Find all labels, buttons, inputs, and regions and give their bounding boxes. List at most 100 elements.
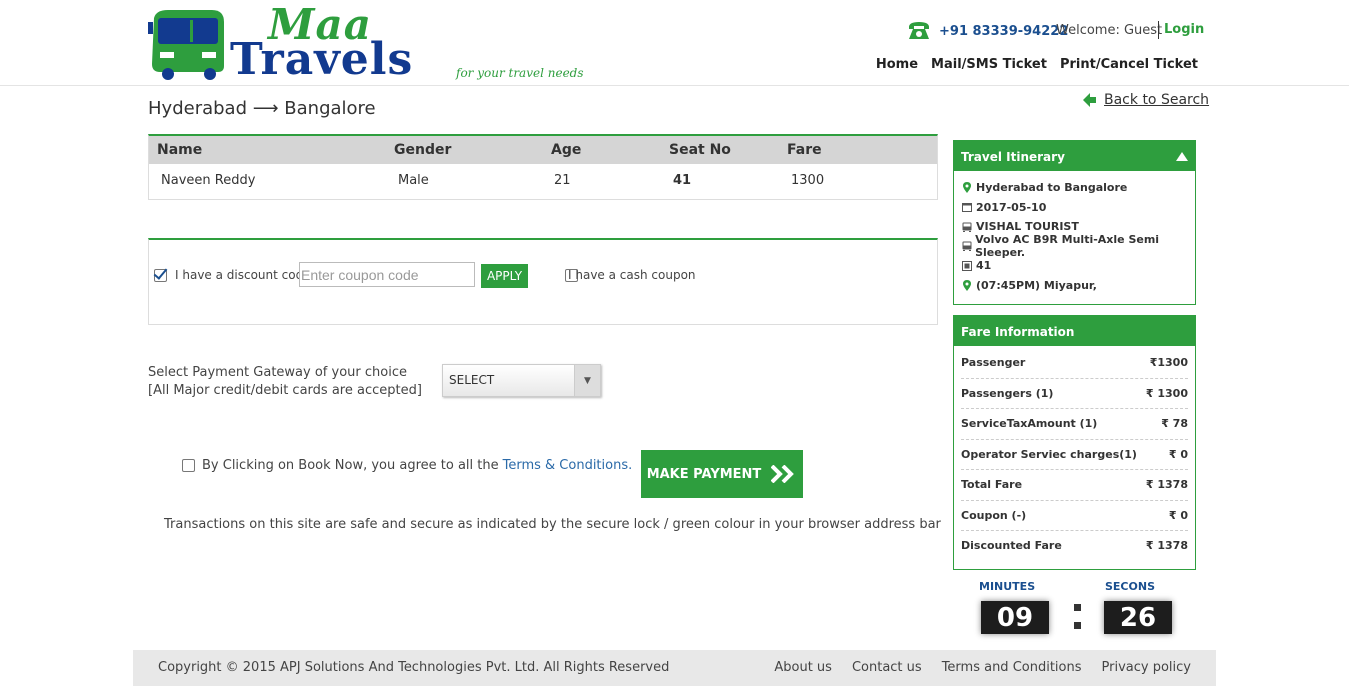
- secure-transaction-note: Transactions on this site are safe and s…: [164, 517, 941, 532]
- table-header: Name Gender Age Seat No Fare: [149, 136, 937, 164]
- nav-print-cancel-ticket[interactable]: Print/Cancel Ticket: [1060, 57, 1198, 72]
- seat-icon: [961, 260, 973, 271]
- col-seat-no: Seat No: [669, 142, 731, 158]
- footer-link-terms[interactable]: Terms and Conditions: [942, 660, 1082, 675]
- footer-link-privacy[interactable]: Privacy policy: [1102, 660, 1191, 675]
- fare-value: ₹1300: [1149, 356, 1188, 370]
- site-logo[interactable]: Maa Travels for your travel needs: [148, 0, 593, 85]
- phone-number[interactable]: +91 83339-94222: [939, 24, 1068, 39]
- timer-colon: [1072, 600, 1082, 634]
- collapse-up-icon: [1176, 152, 1188, 161]
- fare-label: Coupon (-): [961, 508, 1027, 522]
- calendar-icon: [961, 202, 973, 213]
- fare-label: Discounted Fare: [961, 539, 1062, 553]
- fare-row-total: Total Fare ₹ 1378: [961, 470, 1188, 501]
- site-header: Maa Travels for your travel needs +91 83…: [0, 0, 1349, 86]
- contact-phone: +91 83339-94222: [907, 21, 1068, 41]
- route-to: Bangalore: [284, 98, 376, 119]
- discount-code-checkbox[interactable]: [154, 269, 167, 282]
- back-to-search-label: Back to Search: [1104, 92, 1210, 108]
- fare-label: Operator Serviec charges(1): [961, 447, 1137, 461]
- fare-value: ₹ 78: [1161, 417, 1188, 431]
- make-payment-label: MAKE PAYMENT: [646, 466, 762, 482]
- back-to-search-link[interactable]: Back to Search: [1083, 92, 1209, 108]
- travel-itinerary-title: Travel Itinerary: [961, 150, 1065, 164]
- table-row: Naveen Reddy Male 21 41 1300: [149, 164, 937, 197]
- itinerary-boarding-text: (07:45PM) Miyapur,: [976, 278, 1097, 292]
- logo-tagline: for your travel needs: [456, 66, 584, 80]
- col-age: Age: [551, 142, 582, 158]
- terms-agreement: By Clicking on Book Now, you agree to al…: [182, 458, 632, 473]
- col-gender: Gender: [394, 142, 452, 158]
- itinerary-details: Hyderabad to Bangalore 2017-05-10 VISHAL…: [954, 171, 1195, 295]
- itinerary-bus-type: Volvo AC B9R Multi-Axle Semi Sleeper.: [954, 233, 1195, 259]
- nav-mail-sms-ticket[interactable]: Mail/SMS Ticket: [931, 57, 1047, 72]
- make-payment-button[interactable]: MAKE PAYMENT: [641, 450, 803, 498]
- terms-link[interactable]: Terms & Conditions.: [503, 458, 633, 473]
- payment-gateway-label-line1: Select Payment Gateway of your choice: [148, 365, 407, 380]
- passenger-seat: 41: [673, 173, 692, 188]
- route-arrow: ⟶: [252, 98, 279, 119]
- itinerary-seat-text: 41: [976, 259, 992, 273]
- main-nav: Home Mail/SMS Ticket Print/Cancel Ticket: [876, 57, 1198, 72]
- logo-text-travels: Travels: [230, 34, 414, 85]
- fare-value: ₹ 0: [1168, 447, 1188, 461]
- dropdown-arrow-icon: ▼: [574, 365, 600, 396]
- footer-link-contact-us[interactable]: Contact us: [852, 660, 922, 675]
- route-title: Hyderabad ⟶ Bangalore: [148, 98, 376, 119]
- fare-label: Passenger: [961, 356, 1026, 370]
- timer-seconds: 26: [1104, 601, 1172, 634]
- fare-row-coupon: Coupon (-) ₹ 0: [961, 501, 1188, 531]
- fare-value: ₹ 1378: [1145, 539, 1188, 553]
- itinerary-route-text: Hyderabad to Bangalore: [976, 181, 1128, 195]
- site-footer: Copyright © 2015 APJ Solutions And Techn…: [133, 650, 1216, 686]
- apply-button[interactable]: APPLY: [481, 264, 528, 288]
- passenger-table: Name Gender Age Seat No Fare Naveen Redd…: [148, 134, 938, 200]
- fare-row-passengers: Passengers (1) ₹ 1300: [961, 379, 1188, 409]
- bus-logo-icon: [148, 10, 224, 80]
- itinerary-bus-type-text: Volvo AC B9R Multi-Axle Semi Sleeper.: [975, 233, 1160, 260]
- timer-seconds-label: SECONS: [1105, 580, 1155, 593]
- arrow-left-icon: [1083, 93, 1096, 107]
- col-fare: Fare: [787, 142, 822, 158]
- copyright-text: Copyright © 2015 APJ Solutions And Techn…: [158, 660, 670, 675]
- passenger-age: 21: [554, 173, 571, 188]
- fare-information-header: Fare Information: [954, 316, 1195, 346]
- col-name: Name: [157, 142, 203, 158]
- travel-itinerary-header[interactable]: Travel Itinerary: [954, 141, 1195, 171]
- payment-gateway-label-line2: [All Major credit/debit cards are accept…: [148, 383, 422, 398]
- telephone-icon: [909, 22, 929, 39]
- bus-icon: [961, 222, 973, 232]
- welcome-text: Welcome: Guest: [1056, 23, 1163, 38]
- double-chevron-right-icon: [771, 465, 795, 483]
- fare-information-title: Fare Information: [961, 325, 1075, 339]
- discount-code-label: I have a discount code: [175, 268, 311, 282]
- payment-gateway-label: Select Payment Gateway of your choice [A…: [148, 364, 422, 400]
- cash-coupon-label: I have a cash coupon: [568, 268, 696, 282]
- itinerary-date: 2017-05-10: [954, 198, 1195, 218]
- payment-gateway-select[interactable]: SELECT ▼: [442, 364, 601, 397]
- route-from: Hyderabad: [148, 98, 247, 119]
- fare-information-panel: Fare Information Passenger ₹1300 Passenge…: [953, 315, 1196, 570]
- fare-row-discounted: Discounted Fare ₹ 1378: [961, 531, 1188, 561]
- fare-value: ₹ 1378: [1145, 478, 1188, 492]
- map-pin-icon: [961, 279, 973, 291]
- fare-row-service-tax: ServiceTaxAmount (1) ₹ 78: [961, 409, 1188, 440]
- passenger-name: Naveen Reddy: [161, 173, 256, 188]
- fare-label: ServiceTaxAmount (1): [961, 417, 1098, 431]
- travel-itinerary-panel: Travel Itinerary Hyderabad to Bangalore …: [953, 140, 1196, 305]
- fare-value: ₹ 0: [1168, 508, 1188, 522]
- map-pin-icon: [961, 182, 973, 194]
- fare-row-operator-charges: Operator Serviec charges(1) ₹ 0: [961, 440, 1188, 470]
- itinerary-date-text: 2017-05-10: [976, 200, 1047, 214]
- fare-row-passenger: Passenger ₹1300: [961, 348, 1188, 379]
- coupon-code-input[interactable]: [299, 262, 475, 287]
- login-link[interactable]: Login: [1158, 21, 1204, 39]
- timer-minutes: 09: [981, 601, 1049, 634]
- footer-links: About us Contact us Terms and Conditions…: [774, 660, 1191, 675]
- footer-link-about-us[interactable]: About us: [774, 660, 832, 675]
- itinerary-boarding: (07:45PM) Miyapur,: [954, 276, 1195, 296]
- terms-checkbox[interactable]: [182, 459, 195, 472]
- nav-home[interactable]: Home: [876, 57, 918, 72]
- bus-icon: [961, 241, 972, 252]
